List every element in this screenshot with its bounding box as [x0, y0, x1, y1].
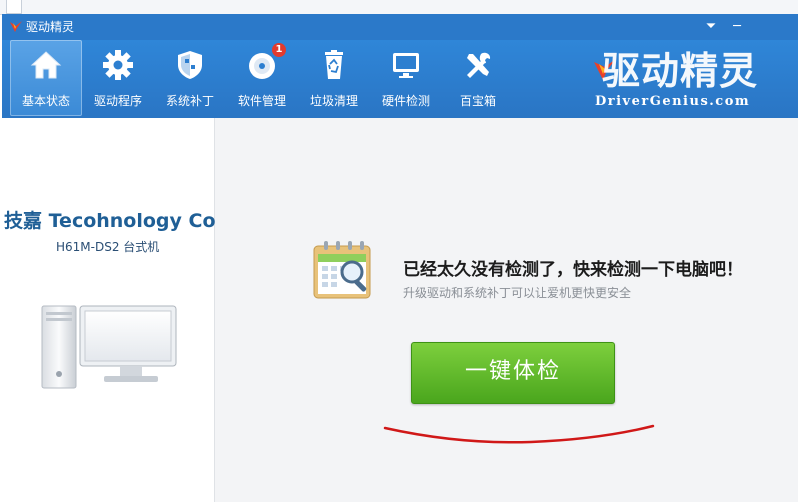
home-icon — [30, 51, 62, 79]
toolbar-drivers[interactable]: 驱动程序 — [82, 40, 154, 116]
update-count-badge: 1 — [272, 43, 286, 57]
title-bar: 驱动精灵 ⏷ ─ — [2, 14, 798, 40]
desktop-strip — [0, 0, 798, 15]
monitor-icon — [393, 53, 419, 78]
tools-icon — [467, 52, 491, 78]
desktop-computer-icon — [41, 305, 177, 389]
toolbar-hardware-detect[interactable]: 硬件检测 — [370, 40, 442, 116]
red-underline-annotation — [383, 424, 655, 444]
toolbar-label: 驱动程序 — [93, 94, 142, 108]
device-sidebar: 技嘉 Tecohnology Co., H61M-DS2 台式机 — [2, 118, 230, 502]
minimize-button[interactable]: ─ — [726, 18, 748, 36]
desktop-tab — [6, 0, 22, 14]
brand-logo: 驱动精灵 DriverGenius.com — [592, 48, 772, 112]
toolbar-toolbox[interactable]: 百宝箱 — [442, 40, 514, 116]
toolbar-junk-cleanup[interactable]: 垃圾清理 — [298, 40, 370, 116]
check-reminder-message: 已经太久没有检测了，快来检测一下电脑吧！ — [403, 260, 743, 280]
toolbar-label: 垃圾清理 — [309, 94, 358, 108]
app-window: 驱动精灵 ⏷ ─ 基本状态 驱动程序 系统补丁 1 软件管理 垃圾清理 硬件检测… — [2, 14, 798, 502]
app-logo-icon — [10, 21, 22, 32]
device-model: H61M-DS2 台式机 — [56, 240, 160, 254]
brand-name-cn: 驱动精灵 — [602, 49, 759, 93]
window-title: 驱动精灵 — [26, 20, 75, 34]
toolbar-software-manager[interactable]: 1 软件管理 — [226, 40, 298, 116]
check-reminder-subtext: 升级驱动和系统补丁可以让爱机更快更安全 — [403, 286, 632, 300]
shield-icon — [178, 51, 202, 79]
toolbar-label: 软件管理 — [237, 94, 286, 108]
device-vendor: 技嘉 Tecohnology Co., — [4, 210, 230, 232]
calendar-search-icon — [313, 241, 371, 299]
main-toolbar: 基本状态 驱动程序 系统补丁 1 软件管理 垃圾清理 硬件检测 百宝箱 驱动精灵… — [2, 40, 798, 118]
toolbar-label: 硬件检测 — [381, 94, 430, 108]
one-click-check-button[interactable]: 一键体检 — [411, 342, 615, 404]
toolbar-label: 系统补丁 — [165, 94, 214, 108]
main-panel: 已经太久没有检测了，快来检测一下电脑吧！ 升级驱动和系统补丁可以让爱机更快更安全… — [215, 118, 798, 502]
recycle-bin-icon — [325, 50, 343, 79]
toolbar-label: 百宝箱 — [459, 94, 496, 108]
menu-button[interactable]: ⏷ — [700, 18, 722, 36]
toolbar-system-patch[interactable]: 系统补丁 — [154, 40, 226, 116]
brand-name-en: DriverGenius.com — [595, 94, 751, 109]
toolbar-basic-status[interactable]: 基本状态 — [10, 40, 82, 116]
toolbar-label: 基本状态 — [21, 94, 70, 108]
gear-icon — [103, 50, 133, 80]
